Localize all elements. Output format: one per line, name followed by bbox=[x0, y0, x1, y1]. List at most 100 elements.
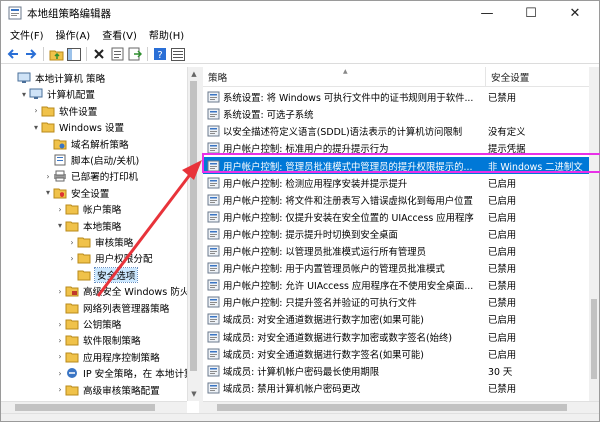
security-setting-value: 30 天 bbox=[488, 366, 513, 378]
policy-name: 域成员: 禁用计算机帐户密码更改 bbox=[223, 383, 361, 395]
tree-item[interactable]: › 高级安全 Windows 防火墙 bbox=[1, 283, 187, 299]
tree-item[interactable]: › 高级审核策略配置 bbox=[1, 382, 187, 398]
back-icon[interactable] bbox=[5, 46, 21, 62]
tree-item[interactable]: › 已部署的打印机 bbox=[1, 168, 187, 184]
expand-down-icon[interactable]: ▾ bbox=[55, 218, 65, 234]
expand-right-icon[interactable]: › bbox=[55, 316, 65, 332]
table-row[interactable]: 域成员: 计算机帐户密码最长使用期限 30 天 bbox=[203, 363, 589, 379]
tree-item-label: 网络列表管理器策略 bbox=[83, 303, 170, 315]
folder-icon bbox=[41, 121, 55, 134]
table-row[interactable]: 用户帐户控制: 用于内置管理员帐户的管理员批准模式 已禁用 bbox=[203, 260, 589, 276]
expand-right-icon[interactable]: › bbox=[55, 332, 65, 348]
security-setting-value: 已启用 bbox=[488, 315, 517, 327]
table-row[interactable]: 用户帐户控制: 只提升签名并验证的可执行文件 已禁用 bbox=[203, 294, 589, 310]
tree-item[interactable]: ▾ 安全设置 bbox=[1, 185, 187, 201]
expand-down-icon[interactable]: ▾ bbox=[19, 86, 29, 102]
tree-item-label: 用户权限分配 bbox=[95, 254, 153, 266]
column-header-policy-label: 策略 bbox=[208, 73, 228, 84]
maximize-button[interactable]: ☐ bbox=[509, 1, 553, 25]
column-header-policy[interactable]: 策略 ▲ bbox=[203, 67, 486, 87]
up-folder-icon[interactable] bbox=[48, 46, 64, 62]
tree-item[interactable]: › 审核策略 bbox=[1, 234, 187, 250]
expand-down-icon[interactable]: ▾ bbox=[43, 185, 53, 201]
help-icon[interactable]: ? bbox=[152, 46, 168, 62]
expand-right-icon[interactable]: › bbox=[55, 201, 65, 217]
tree-item[interactable]: › 帐户策略 bbox=[1, 201, 187, 217]
table-row[interactable]: 域成员: 禁用计算机帐户密码更改 已禁用 bbox=[203, 380, 589, 396]
tree-item[interactable]: 网络列表管理器策略 bbox=[1, 300, 187, 316]
table-row[interactable]: 用户帐户控制: 以管理员批准模式运行所有管理员 已启用 bbox=[203, 243, 589, 259]
tree-item[interactable]: › IP 安全策略，在 本地计算机 bbox=[1, 365, 187, 381]
folder-icon bbox=[65, 383, 79, 396]
close-button[interactable]: ✕ bbox=[553, 1, 597, 25]
show-hide-tree-icon[interactable] bbox=[66, 46, 82, 62]
scroll-thumb[interactable] bbox=[591, 299, 597, 379]
expand-right-icon[interactable]: › bbox=[31, 103, 41, 119]
security-setting-value: 已启用 bbox=[488, 349, 517, 361]
export-list-icon[interactable] bbox=[127, 46, 143, 62]
minimize-button[interactable]: — bbox=[465, 1, 509, 25]
folder-icon bbox=[41, 104, 55, 117]
security-setting-value: 已启用 bbox=[488, 195, 517, 207]
expand-right-icon[interactable]: › bbox=[55, 283, 65, 299]
view-icon[interactable] bbox=[170, 46, 186, 62]
table-row[interactable]: 用户帐户控制: 允许 UIAccess 应用程序在不使用安全桌面... 已禁用 bbox=[203, 277, 589, 293]
tree-item[interactable]: 本地计算机 策略 bbox=[1, 70, 187, 86]
policy-editor-app-icon bbox=[8, 6, 22, 20]
expand-right-icon[interactable]: › bbox=[55, 365, 65, 381]
menu-view[interactable]: 查看(V) bbox=[96, 27, 143, 42]
tree-item[interactable]: 域名解析策略 bbox=[1, 136, 187, 152]
menu-action[interactable]: 操作(A) bbox=[50, 27, 97, 42]
policy-setting-icon bbox=[207, 365, 220, 377]
list-horizontal-scrollbar[interactable] bbox=[203, 401, 599, 413]
table-row[interactable]: 用户帐户控制: 检测应用程序安装并提示提升 已启用 bbox=[203, 175, 589, 191]
expand-right-icon[interactable]: › bbox=[67, 250, 77, 266]
scroll-thumb[interactable] bbox=[15, 404, 155, 411]
tree-item[interactable]: 脚本(启动/关机) bbox=[1, 152, 187, 168]
column-header-setting[interactable]: 安全设置 bbox=[486, 67, 589, 87]
tree-item[interactable]: ▾ Windows 设置 bbox=[1, 119, 187, 135]
policy-setting-icon bbox=[207, 262, 220, 274]
tree-item-label: Windows 设置 bbox=[59, 123, 125, 135]
tree-item[interactable]: 安全选项 bbox=[1, 266, 187, 283]
tree-item[interactable]: › 应用程序控制策略 bbox=[1, 349, 187, 365]
table-row[interactable]: 用户帐户控制: 仅提升安装在安全位置的 UIAccess 应用程序 已启用 bbox=[203, 209, 589, 225]
table-row[interactable]: 用户帐户控制: 提示提升时切换到安全桌面 已启用 bbox=[203, 226, 589, 242]
table-row[interactable]: 系统设置: 将 Windows 可执行文件中的证书规则用于软件... 已禁用 bbox=[203, 89, 589, 105]
folder-icon bbox=[65, 219, 79, 232]
menu-help[interactable]: 帮助(H) bbox=[143, 27, 190, 42]
scroll-thumb[interactable] bbox=[217, 404, 567, 411]
properties-icon[interactable] bbox=[109, 46, 125, 62]
expand-right-icon[interactable]: › bbox=[67, 234, 77, 250]
expand-right-icon[interactable]: › bbox=[43, 168, 53, 184]
expand-right-icon[interactable]: › bbox=[55, 349, 65, 365]
tree-vertical-scrollbar[interactable]: ▲ ▼ bbox=[187, 67, 199, 401]
expand-down-icon[interactable]: ▾ bbox=[31, 119, 41, 135]
tree-item[interactable]: ▾ 计算机配置 bbox=[1, 86, 187, 102]
menu-file[interactable]: 文件(F) bbox=[4, 27, 50, 42]
expand-right-icon[interactable]: › bbox=[55, 382, 65, 398]
table-row[interactable]: 域成员: 对安全通道数据进行数字加密或数字签名(始终) 已启用 bbox=[203, 328, 589, 344]
tree-item[interactable]: › 公钥策略 bbox=[1, 316, 187, 332]
tree-item[interactable]: › 用户权限分配 bbox=[1, 250, 187, 266]
table-row[interactable]: 用户帐户控制: 将文件和注册表写入错误虚拟化到每用户位置 已启用 bbox=[203, 192, 589, 208]
security-setting-value: 已禁用 bbox=[488, 383, 517, 395]
forward-icon[interactable] bbox=[23, 46, 39, 62]
table-row[interactable]: 域成员: 对安全通道数据进行数字签名(如果可能) 已启用 bbox=[203, 346, 589, 362]
delete-icon[interactable] bbox=[91, 46, 107, 62]
list-vertical-scrollbar[interactable] bbox=[589, 67, 599, 401]
scroll-thumb[interactable] bbox=[190, 81, 197, 371]
tree-item-label: IP 安全策略，在 本地计算机 bbox=[83, 369, 187, 381]
sort-arrow-icon: ▲ bbox=[343, 68, 348, 75]
table-row[interactable]: 域成员: 对安全通道数据进行数字加密(如果可能) 已启用 bbox=[203, 311, 589, 327]
policy-name: 用户帐户控制: 将文件和注册表写入错误虚拟化到每用户位置 bbox=[223, 195, 473, 207]
tree-horizontal-scrollbar[interactable] bbox=[1, 401, 187, 413]
table-row[interactable]: 以安全描述符定义语言(SDDL)语法表示的计算机访问限制 没有定义 bbox=[203, 123, 589, 139]
policy-setting-icon bbox=[207, 228, 220, 240]
tree-item[interactable]: ▾ 本地策略 bbox=[1, 218, 187, 234]
folder-icon bbox=[77, 268, 91, 281]
tree-item[interactable]: › 软件设置 bbox=[1, 103, 187, 119]
table-row[interactable]: 系统设置: 可选子系统 bbox=[203, 106, 589, 122]
policy-name: 系统设置: 可选子系统 bbox=[223, 110, 314, 122]
tree-item[interactable]: › 软件限制策略 bbox=[1, 332, 187, 348]
